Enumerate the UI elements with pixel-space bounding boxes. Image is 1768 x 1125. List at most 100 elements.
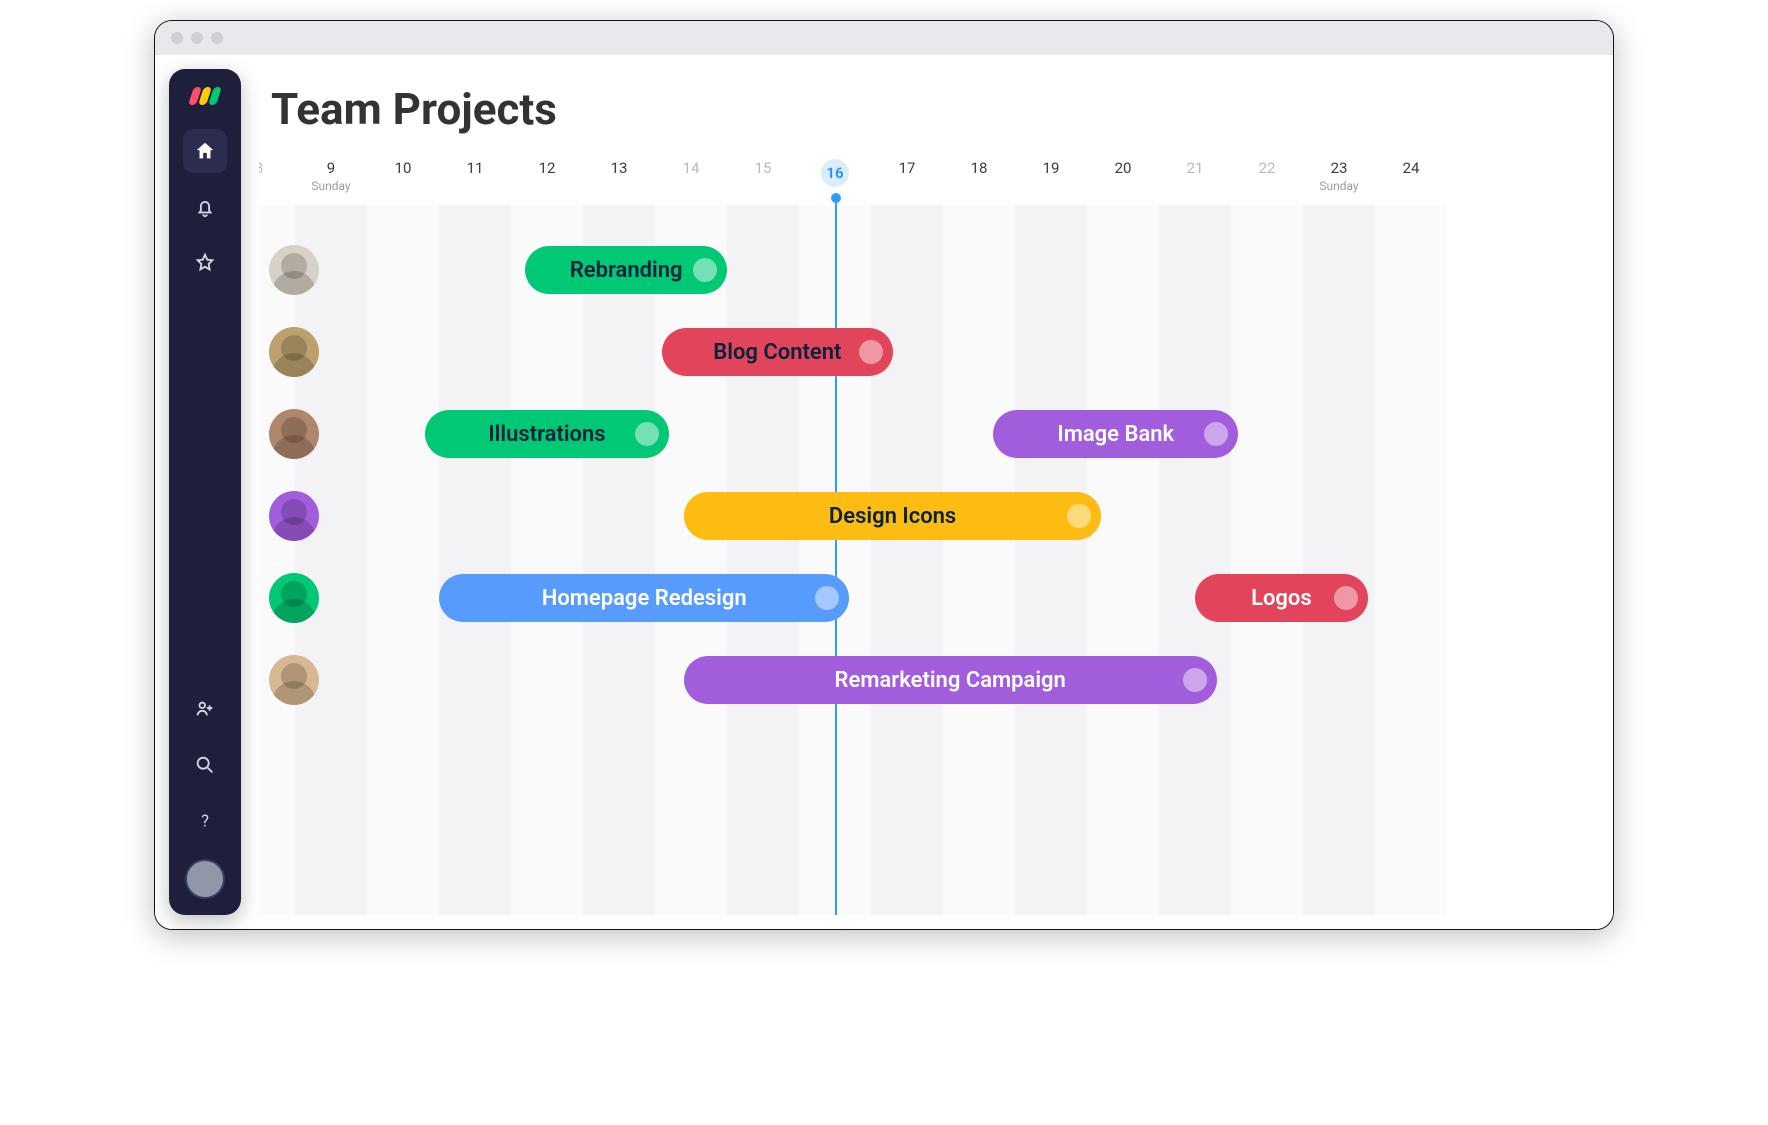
date-col-17[interactable]: 17	[871, 159, 943, 177]
date-col-23[interactable]: 23 Sunday	[1303, 159, 1375, 193]
date-number: 13	[583, 159, 655, 177]
timeline-row: Homepage Redesign Logos	[259, 557, 1599, 639]
main-panel: Team Projects 89Sunday101112131415161718…	[259, 69, 1599, 915]
date-number: 20	[1087, 159, 1159, 177]
task-bar[interactable]: Rebranding	[525, 246, 727, 294]
current-user-avatar[interactable]	[185, 859, 225, 899]
today-indicator	[835, 199, 837, 915]
date-number: 15	[727, 159, 799, 177]
user-plus-icon	[194, 698, 216, 720]
row-avatar[interactable]	[269, 491, 319, 541]
traffic-zoom[interactable]	[211, 32, 223, 44]
nav-notifications[interactable]	[183, 185, 227, 229]
row-avatar[interactable]	[269, 327, 319, 377]
task-handle-dot[interactable]	[1204, 422, 1228, 446]
task-handle-dot[interactable]	[1334, 586, 1358, 610]
star-icon	[194, 252, 216, 274]
date-sublabel: Sunday	[295, 179, 367, 193]
app-logo[interactable]	[191, 87, 219, 105]
nav-help[interactable]: ?	[183, 799, 227, 843]
date-number: 23	[1303, 159, 1375, 177]
date-col-10[interactable]: 10	[367, 159, 439, 177]
bell-icon	[194, 196, 216, 218]
date-col-19[interactable]: 19	[1015, 159, 1087, 177]
date-col-15[interactable]: 15	[727, 159, 799, 177]
task-label: Rebranding	[570, 258, 683, 283]
nav-search[interactable]	[183, 743, 227, 787]
task-label: Homepage Redesign	[542, 586, 747, 611]
timeline: 89Sunday1011121314151617181920212223Sund…	[259, 159, 1599, 915]
task-bar[interactable]: Remarketing Campaign	[684, 656, 1217, 704]
date-number: 24	[1375, 159, 1447, 177]
task-handle-dot[interactable]	[693, 258, 717, 282]
task-handle-dot[interactable]	[1067, 504, 1091, 528]
date-col-14[interactable]: 14	[655, 159, 727, 177]
app-window: ? Team Projects 89Sunday1011121314151617…	[154, 20, 1614, 930]
sidebar: ?	[169, 69, 241, 915]
date-number: 9	[295, 159, 367, 177]
date-number: 17	[871, 159, 943, 177]
date-number: 18	[943, 159, 1015, 177]
task-handle-dot[interactable]	[859, 340, 883, 364]
date-col-21[interactable]: 21	[1159, 159, 1231, 177]
nav-invite[interactable]	[183, 687, 227, 731]
timeline-row: Rebranding	[259, 229, 1599, 311]
timeline-row: Design Icons	[259, 475, 1599, 557]
svg-text:?: ?	[201, 813, 209, 832]
date-header: 89Sunday1011121314151617181920212223Sund…	[259, 159, 1599, 205]
row-avatar[interactable]	[269, 409, 319, 459]
task-label: Logos	[1251, 586, 1312, 611]
traffic-close[interactable]	[171, 32, 183, 44]
date-col-13[interactable]: 13	[583, 159, 655, 177]
page-title: Team Projects	[259, 69, 1599, 147]
task-handle-dot[interactable]	[815, 586, 839, 610]
timeline-rows: Rebranding Blog Content Illustrations Image…	[259, 229, 1599, 915]
date-col-11[interactable]: 11	[439, 159, 511, 177]
row-avatar[interactable]	[269, 573, 319, 623]
task-label: Blog Content	[713, 340, 841, 365]
date-number: 14	[655, 159, 727, 177]
date-number: 16	[821, 159, 849, 187]
task-label: Image Bank	[1057, 422, 1174, 447]
date-number: 19	[1015, 159, 1087, 177]
nav-home[interactable]	[183, 129, 227, 173]
date-number: 21	[1159, 159, 1231, 177]
date-col-20[interactable]: 20	[1087, 159, 1159, 177]
search-icon	[194, 754, 216, 776]
nav-favorites[interactable]	[183, 241, 227, 285]
date-col-12[interactable]: 12	[511, 159, 583, 177]
date-number: 11	[439, 159, 511, 177]
task-bar[interactable]: Homepage Redesign	[439, 574, 849, 622]
row-avatar[interactable]	[269, 655, 319, 705]
date-col-8[interactable]: 8	[259, 159, 295, 177]
task-bar[interactable]: Image Bank	[993, 410, 1238, 458]
content-area: ? Team Projects 89Sunday1011121314151617…	[155, 55, 1613, 929]
date-col-24[interactable]: 24	[1375, 159, 1447, 177]
task-handle-dot[interactable]	[1183, 668, 1207, 692]
date-col-22[interactable]: 22	[1231, 159, 1303, 177]
task-bar[interactable]: Blog Content	[662, 328, 892, 376]
date-number: 12	[511, 159, 583, 177]
task-bar[interactable]: Illustrations	[425, 410, 670, 458]
row-avatar[interactable]	[269, 245, 319, 295]
traffic-minimize[interactable]	[191, 32, 203, 44]
task-bar[interactable]: Logos	[1195, 574, 1368, 622]
date-col-16[interactable]: 16	[799, 159, 871, 187]
window-titlebar	[155, 21, 1613, 55]
timeline-row: Remarketing Campaign	[259, 639, 1599, 721]
task-bar[interactable]: Design Icons	[684, 492, 1102, 540]
task-label: Design Icons	[829, 504, 956, 529]
date-col-9[interactable]: 9 Sunday	[295, 159, 367, 193]
date-number: 22	[1231, 159, 1303, 177]
help-icon: ?	[194, 810, 216, 832]
date-number: 8	[259, 159, 295, 177]
date-sublabel: Sunday	[1303, 179, 1375, 193]
date-number: 10	[367, 159, 439, 177]
timeline-row: Blog Content	[259, 311, 1599, 393]
date-col-18[interactable]: 18	[943, 159, 1015, 177]
task-handle-dot[interactable]	[635, 422, 659, 446]
task-label: Illustrations	[488, 422, 605, 447]
task-label: Remarketing Campaign	[835, 668, 1066, 693]
home-icon	[194, 140, 216, 162]
timeline-row: Illustrations Image Bank	[259, 393, 1599, 475]
